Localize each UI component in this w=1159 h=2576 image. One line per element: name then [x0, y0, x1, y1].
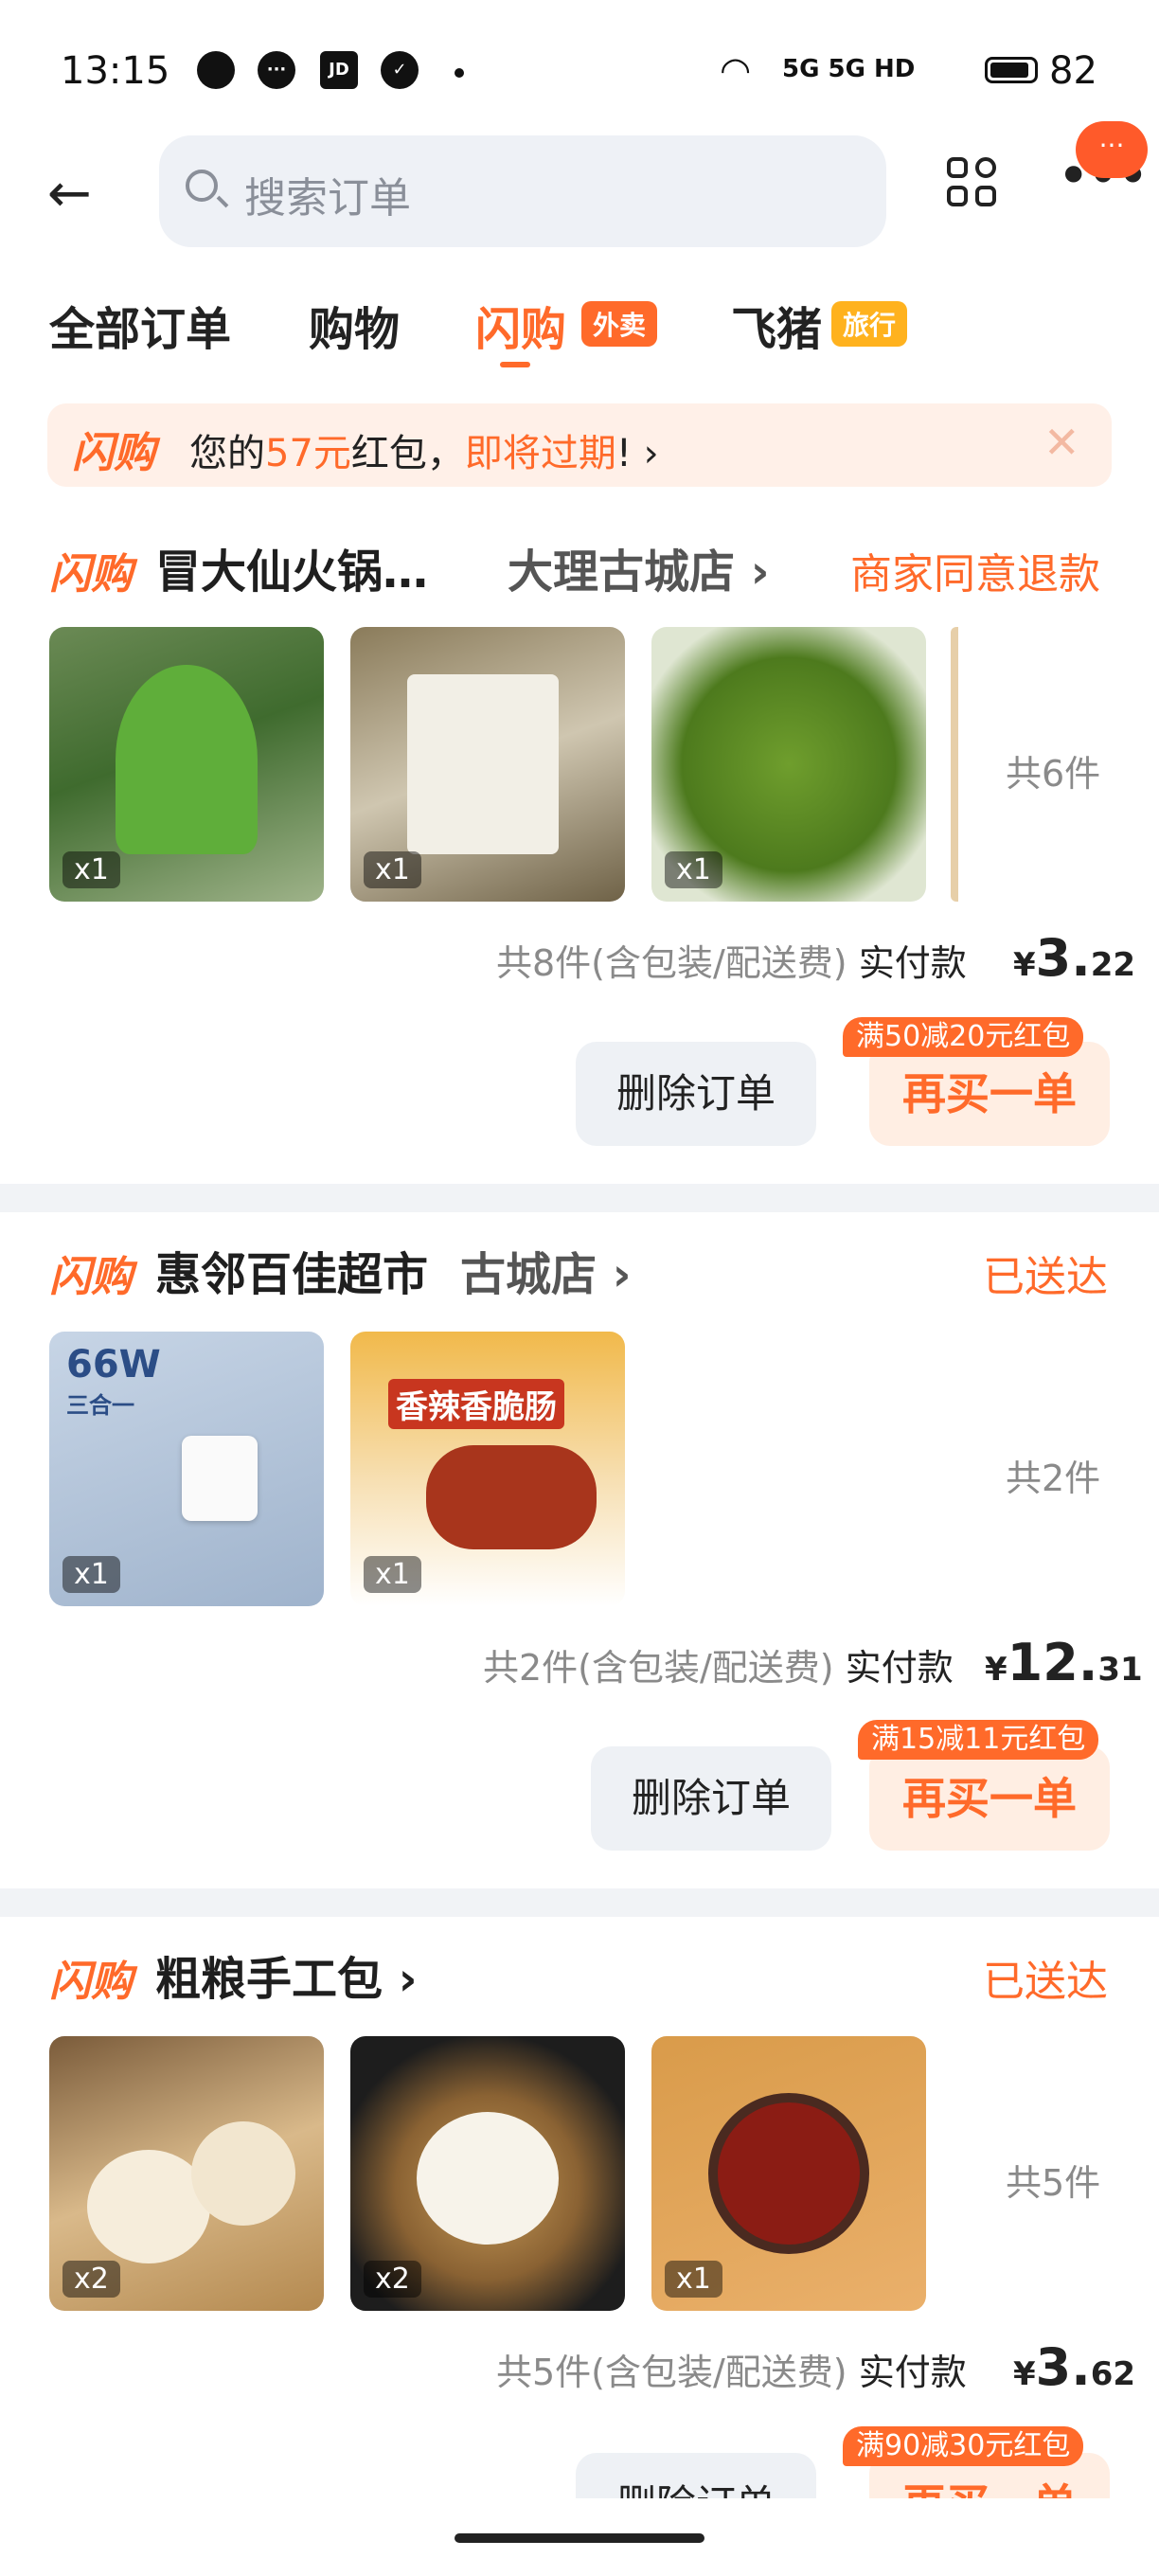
notification-dot — [455, 68, 464, 78]
battery-icon — [985, 57, 1038, 83]
delete-order-button[interactable]: 删除订单 — [576, 1042, 816, 1146]
rebuy-button[interactable]: 再买一单 — [869, 1746, 1110, 1851]
flash-buy-logo: 闪购 — [72, 429, 155, 477]
order-status: 已送达 — [983, 1253, 1108, 1301]
order-total: ¥3.22 — [1013, 928, 1136, 988]
search-input[interactable]: 搜索订单 — [159, 135, 886, 247]
store-name[interactable]: 冒大仙火锅… — [155, 534, 428, 600]
order-total: ¥3.62 — [1013, 2337, 1136, 2397]
order-status: 商家同意退款 — [850, 550, 1100, 599]
item-count: 共2件 — [1006, 1458, 1101, 1499]
product-image[interactable]: 66W 三合一 x1 — [49, 1332, 324, 1606]
rebuy-button[interactable]: 再买一单 — [869, 1042, 1110, 1146]
store-name[interactable]: 惠邻百佳超市 — [155, 1237, 428, 1303]
red-packet-banner[interactable]: 闪购 您的57元红包，即将过期! › ✕ — [47, 403, 1112, 487]
coupon-badge: 满15减11元红包 — [858, 1720, 1099, 1760]
app-icon: ✓ — [381, 51, 419, 89]
product-image[interactable]: 香辣香脆肠 x1 — [350, 1332, 625, 1606]
search-icon — [186, 170, 218, 202]
search-placeholder: 搜索订单 — [244, 174, 411, 223]
tab-shopping[interactable]: 购物 — [309, 292, 400, 358]
back-arrow-icon[interactable]: ← — [47, 161, 114, 227]
product-image-peek — [951, 627, 958, 902]
item-count: 共6件 — [1006, 753, 1101, 795]
tab-all-orders[interactable]: 全部订单 — [49, 292, 231, 358]
product-image[interactable]: x1 — [651, 2036, 926, 2311]
flash-buy-logo: 闪购 — [49, 550, 133, 599]
banner-text: 您的57元红包，即将过期! › — [189, 432, 659, 475]
item-count: 共5件 — [1006, 2162, 1101, 2204]
card-separator — [0, 1184, 1159, 1212]
coupon-badge: 满90减30元红包 — [843, 2426, 1084, 2466]
item-quantity: x1 — [364, 851, 421, 888]
charger-sublabel: 三合一 — [66, 1392, 134, 1419]
item-quantity: x1 — [364, 1556, 421, 1593]
item-quantity: x1 — [665, 2261, 722, 2298]
delete-order-button[interactable]: 删除订单 — [576, 2453, 816, 2498]
more-badge: ··· — [1076, 121, 1148, 178]
home-indicator[interactable] — [455, 2533, 704, 2543]
wifi-icon: ◠ — [722, 49, 750, 91]
card-separator — [0, 1888, 1159, 1917]
store-branch[interactable]: 古城店 › — [460, 1237, 632, 1303]
status-time: 13:15 — [61, 49, 170, 93]
close-icon[interactable]: ✕ — [1043, 417, 1080, 468]
item-quantity: x2 — [62, 2261, 120, 2298]
product-image[interactable]: x1 — [350, 627, 625, 902]
product-image[interactable]: x1 — [49, 627, 324, 902]
flash-buy-logo: 闪购 — [49, 1958, 133, 2006]
item-quantity: x2 — [364, 2261, 421, 2298]
item-quantity: x1 — [62, 1556, 120, 1593]
store-name[interactable]: 粗粮手工包 › — [155, 1941, 418, 2008]
tab-fliggy-tag: 旅行 — [831, 301, 908, 347]
battery-level: 82 — [1049, 49, 1097, 93]
order-summary: 共8件(含包装/配送费) 实付款 — [496, 942, 967, 984]
network-label: 5G 5G HD — [782, 55, 916, 83]
product-image[interactable]: x2 — [49, 2036, 324, 2311]
store-branch[interactable]: 大理古城店 › — [508, 534, 770, 600]
bubble-icon — [197, 51, 235, 89]
charger-label: 66W — [66, 1343, 161, 1386]
order-summary: 共2件(含包装/配送费) 实付款 — [483, 1647, 954, 1689]
grid-menu-icon[interactable] — [947, 157, 1004, 214]
status-bar: 13:15 ··· JD ✓ ◠ 5G 5G HD 82 — [0, 0, 1159, 142]
flash-buy-logo: 闪购 — [49, 1253, 133, 1301]
delete-order-button[interactable]: 删除订单 — [591, 1746, 831, 1851]
tab-flash-buy[interactable]: 闪购 — [475, 292, 566, 358]
order-status: 已送达 — [983, 1958, 1108, 2006]
jd-icon: JD — [320, 51, 358, 89]
item-quantity: x1 — [665, 851, 722, 888]
item-quantity: x1 — [62, 851, 120, 888]
tab-fliggy[interactable]: 飞猪 — [731, 292, 822, 358]
order-summary: 共5件(含包装/配送费) 实付款 — [496, 2352, 967, 2393]
order-total: ¥12.31 — [985, 1633, 1143, 1692]
active-tab-indicator — [500, 362, 530, 367]
coupon-badge: 满50减20元红包 — [843, 1017, 1084, 1057]
product-image[interactable]: x2 — [350, 2036, 625, 2311]
tab-flash-buy-tag: 外卖 — [581, 301, 658, 347]
chat-icon: ··· — [258, 51, 295, 89]
product-image[interactable]: x1 — [651, 627, 926, 902]
sausage-label: 香辣香脆肠 — [388, 1379, 564, 1429]
